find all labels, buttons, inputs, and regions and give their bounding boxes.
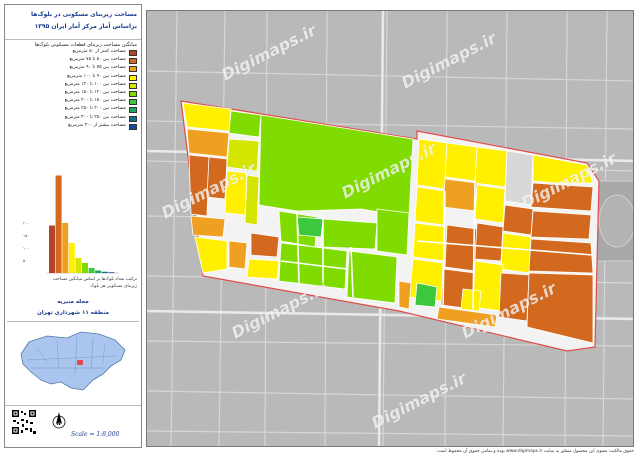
legend-swatch	[129, 115, 137, 122]
legend-item: مساحت بین ۱۰۰ تا ۱۲۰ مترمربع	[9, 81, 137, 90]
chart-caption-2: زیربنای مسکونی هر بلوک	[90, 284, 137, 289]
legend-label: مساحت بین ۱۰۰ تا ۱۲۰ مترمربع	[64, 81, 126, 87]
study-area-marker	[77, 360, 83, 365]
tehran-outline-map: ·	[13, 331, 126, 399]
legend-label: مساحت بین ۲۵۰ تا ۳۰۰ مترمربع	[64, 114, 126, 120]
scale-label: Scale = 1:8,000	[71, 431, 120, 438]
copyright-notice: حقوق مالکیت معنوی این محصول متعلق به سای…	[435, 449, 634, 454]
footer-box: N Scale = 1:8,000	[5, 405, 141, 447]
legend-item: مساحت بین ۷۵ تا ۹۰ مترمربع	[9, 65, 137, 73]
chart-bar	[68, 243, 75, 273]
legend-label: مساحت کمتر از ۵۰ مترمربع	[72, 49, 126, 54]
legend-label: مساحت بیشتر از ۳۰۰ مترمربع	[68, 122, 126, 128]
locator-map: ·	[7, 321, 139, 404]
legend-swatch	[129, 123, 137, 130]
legend-panel: مساحت زیربنای مسکونی در بلوک‌ها براساس آ…	[4, 4, 142, 448]
chart-y-tick-label: ۱۵۰	[23, 233, 29, 238]
legend-swatch	[129, 74, 137, 81]
histogram-chart: ۲۰۰ ۱۵۰ ۱۰۰ ۵۰ ترکیب تعداد بلوک‌ها بر اساس …	[5, 155, 141, 295]
chart-bar	[82, 263, 88, 273]
legend-swatch	[129, 82, 137, 89]
map-title-box: مساحت زیربنای مسکونی در بلوک‌ها براساس آ…	[5, 5, 141, 40]
chart-bar	[101, 271, 108, 273]
location-subtitle: منطقه ۱۱ شهرداری تهران	[37, 310, 109, 316]
svg-text:N: N	[57, 421, 61, 427]
chart-bar	[75, 258, 82, 273]
histogram-svg: ۲۰۰ ۱۵۰ ۱۰۰ ۵۰	[23, 175, 119, 274]
legend-heading: میانگین مساحت زیربنای قطعات مسکونی بلوک‌…	[34, 42, 137, 48]
legend-item: مساحت بین ۲۰۰ تا ۲۵۰ مترمربع	[9, 106, 137, 114]
legend-label: مساحت بین ۱۵۰ تا ۲۰۰ مترمربع	[64, 98, 126, 104]
legend-item: مساحت بین ۱۲۰ تا ۱۵۰ مترمربع	[9, 90, 137, 98]
legend-item: مساحت بین ۲۵۰ تا ۳۰۰ مترمربع	[9, 114, 137, 123]
legend-item: مساحت بین ۵۰ تا ۷۵ مترمربع	[9, 57, 137, 65]
chart-caption-1: ترکیب تعداد بلوک‌ها بر اساس میانگین مساح…	[52, 277, 137, 282]
legend-label: مساحت بین ۲۰۰ تا ۲۵۰ مترمربع	[64, 106, 126, 112]
main-map[interactable]: Digimaps.ir Digimaps.ir Digimaps.ir Digi…	[146, 10, 634, 447]
legend-swatch	[129, 91, 137, 97]
legend-item: مساحت بیشتر از ۳۰۰ مترمربع	[9, 122, 137, 131]
legend-swatch	[129, 99, 137, 106]
legend-swatch	[129, 58, 137, 65]
legend-label: مساحت بین ۹۰ تا ۱۰۰ مترمربع	[67, 73, 126, 79]
legend-label: مساحت بین ۷۵ تا ۹۰ مترمربع	[69, 65, 126, 71]
legend-swatch	[129, 50, 137, 56]
map-title: مساحت زیربنای مسکونی در بلوک‌ها	[31, 11, 137, 18]
svg-text:·: ·	[13, 395, 14, 399]
qr-code-icon	[11, 409, 37, 435]
chart-bar	[55, 175, 62, 273]
legend-label: مساحت بین ۱۲۰ تا ۱۵۰ مترمربع	[64, 90, 126, 95]
map-sheet: مساحت زیربنای مسکونی در بلوک‌ها براساس آ…	[0, 0, 643, 461]
legend-swatch	[129, 66, 137, 73]
chart-bar	[49, 225, 55, 273]
legend-swatch	[129, 107, 137, 114]
chart-bar	[88, 268, 95, 273]
legend-item: مساحت بین ۹۰ تا ۱۰۰ مترمربع	[9, 73, 137, 82]
chart-y-tick-label: ۱۰۰	[23, 246, 29, 251]
legend-label: مساحت بین ۵۰ تا ۷۵ مترمربع	[69, 57, 126, 63]
chart-bar	[108, 272, 115, 273]
chart-y-tick-label: ۲۰۰	[23, 221, 29, 226]
chart-bar	[62, 223, 69, 273]
map-subtitle: براساس آمار مرکز آمار ایران ۱۳۹۵	[34, 23, 137, 30]
map-canvas	[147, 11, 633, 446]
location-title: محله منیریه	[57, 299, 89, 305]
north-arrow-icon: N	[51, 410, 67, 432]
chart-y-tick-label: ۵۰	[23, 258, 27, 263]
legend-item: مساحت کمتر از ۵۰ مترمربع	[9, 49, 137, 57]
chart-bar	[95, 270, 102, 273]
